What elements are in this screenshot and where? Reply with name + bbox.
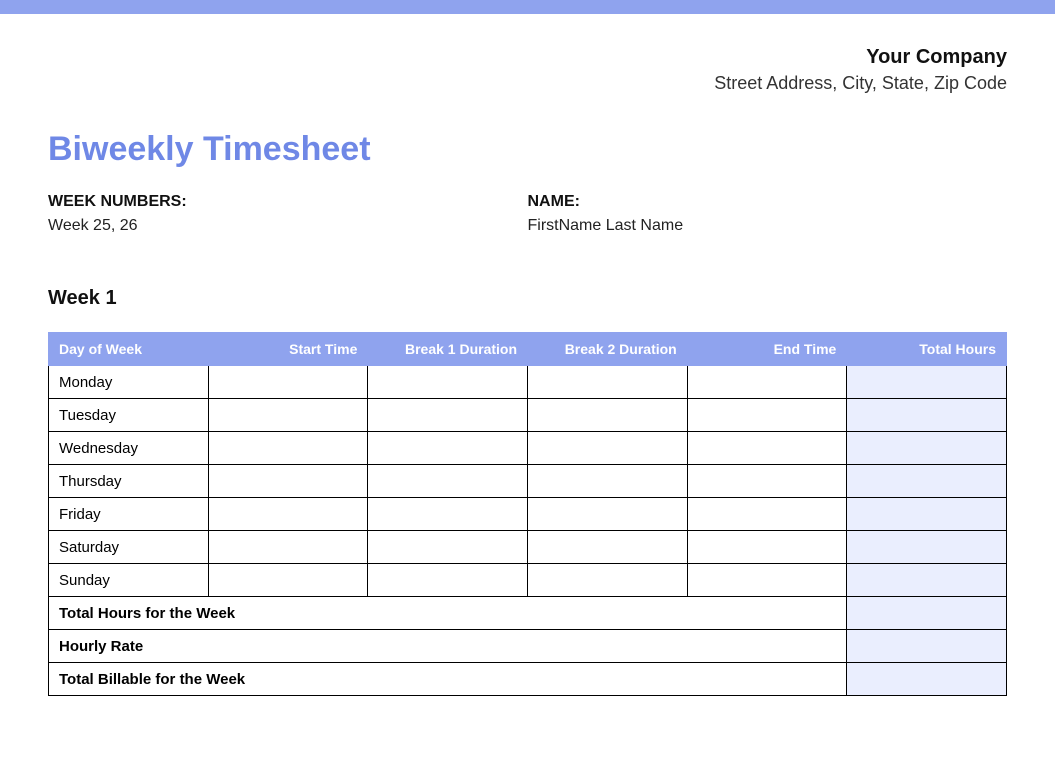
total-billable-value [847, 663, 1007, 696]
day-label: Sunday [49, 564, 209, 597]
week-heading: Week 1 [48, 287, 1007, 310]
break2-cell[interactable] [528, 531, 688, 564]
name-value: FirstName Last Name [528, 217, 1008, 235]
info-row: WEEK NUMBERS: Week 25, 26 NAME: FirstNam… [48, 193, 1007, 235]
break2-cell[interactable] [528, 432, 688, 465]
table-row: Thursday [49, 465, 1007, 498]
start-time-cell[interactable] [208, 399, 368, 432]
name-block: NAME: FirstName Last Name [528, 193, 1008, 235]
col-end-time: End Time [687, 333, 847, 366]
summary-row-total-hours: Total Hours for the Week [49, 597, 1007, 630]
table-row: Saturday [49, 531, 1007, 564]
table-row: Sunday [49, 564, 1007, 597]
week-numbers-value: Week 25, 26 [48, 217, 528, 235]
break2-cell[interactable] [528, 399, 688, 432]
total-hours-cell [847, 432, 1007, 465]
total-hours-cell [847, 465, 1007, 498]
break1-cell[interactable] [368, 366, 528, 399]
day-label: Wednesday [49, 432, 209, 465]
table-row: Tuesday [49, 399, 1007, 432]
total-hours-week-value [847, 597, 1007, 630]
break1-cell[interactable] [368, 465, 528, 498]
break1-cell[interactable] [368, 531, 528, 564]
timesheet-table: Day of Week Start Time Break 1 Duration … [48, 332, 1007, 696]
break1-cell[interactable] [368, 399, 528, 432]
summary-row-total-billable: Total Billable for the Week [49, 663, 1007, 696]
summary-row-hourly-rate: Hourly Rate [49, 630, 1007, 663]
break2-cell[interactable] [528, 564, 688, 597]
total-hours-cell [847, 366, 1007, 399]
start-time-cell[interactable] [208, 432, 368, 465]
total-hours-cell [847, 498, 1007, 531]
top-accent-bar [0, 0, 1055, 14]
break1-cell[interactable] [368, 498, 528, 531]
total-hours-cell [847, 399, 1007, 432]
break2-cell[interactable] [528, 498, 688, 531]
end-time-cell[interactable] [687, 564, 847, 597]
start-time-cell[interactable] [208, 531, 368, 564]
total-hours-cell [847, 564, 1007, 597]
break2-cell[interactable] [528, 366, 688, 399]
day-label: Saturday [49, 531, 209, 564]
week-numbers-block: WEEK NUMBERS: Week 25, 26 [48, 193, 528, 235]
day-label: Friday [49, 498, 209, 531]
day-label: Thursday [49, 465, 209, 498]
day-label: Monday [49, 366, 209, 399]
name-label: NAME: [528, 193, 1008, 211]
table-row: Monday [49, 366, 1007, 399]
col-break2: Break 2 Duration [528, 333, 688, 366]
week-numbers-label: WEEK NUMBERS: [48, 193, 528, 211]
end-time-cell[interactable] [687, 531, 847, 564]
table-row: Wednesday [49, 432, 1007, 465]
page-title: Biweekly Timesheet [48, 130, 1007, 169]
hourly-rate-value[interactable] [847, 630, 1007, 663]
document-content: Your Company Street Address, City, State… [0, 46, 1055, 696]
end-time-cell[interactable] [687, 366, 847, 399]
total-billable-label: Total Billable for the Week [49, 663, 847, 696]
col-start-time: Start Time [208, 333, 368, 366]
end-time-cell[interactable] [687, 465, 847, 498]
company-block: Your Company Street Address, City, State… [48, 46, 1007, 94]
break2-cell[interactable] [528, 465, 688, 498]
company-address: Street Address, City, State, Zip Code [48, 73, 1007, 94]
col-day: Day of Week [49, 333, 209, 366]
end-time-cell[interactable] [687, 498, 847, 531]
break1-cell[interactable] [368, 432, 528, 465]
end-time-cell[interactable] [687, 432, 847, 465]
start-time-cell[interactable] [208, 465, 368, 498]
table-row: Friday [49, 498, 1007, 531]
start-time-cell[interactable] [208, 366, 368, 399]
end-time-cell[interactable] [687, 399, 847, 432]
break1-cell[interactable] [368, 564, 528, 597]
total-hours-cell [847, 531, 1007, 564]
start-time-cell[interactable] [208, 498, 368, 531]
start-time-cell[interactable] [208, 564, 368, 597]
table-header-row: Day of Week Start Time Break 1 Duration … [49, 333, 1007, 366]
company-name: Your Company [48, 46, 1007, 69]
total-hours-week-label: Total Hours for the Week [49, 597, 847, 630]
hourly-rate-label: Hourly Rate [49, 630, 847, 663]
col-break1: Break 1 Duration [368, 333, 528, 366]
col-total-hours: Total Hours [847, 333, 1007, 366]
day-label: Tuesday [49, 399, 209, 432]
